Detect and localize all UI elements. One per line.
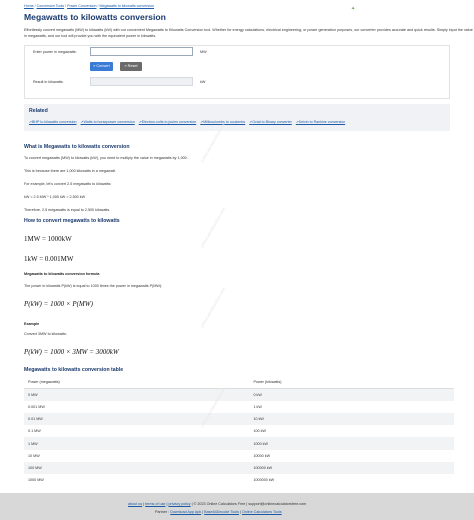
paragraph: Therefore, 2.5 megawatts is equal to 2,5… — [24, 208, 111, 212]
result-label: Result in kilowatts: — [33, 80, 64, 84]
terms-link[interactable]: terms of use — [145, 502, 165, 506]
breadcrumb-conversion-tools[interactable]: Conversion Tools — [37, 4, 65, 8]
input-label: Enter power in megawatts: — [33, 50, 77, 54]
copyright: © 2023 Online Calculators Free — [193, 502, 246, 506]
table-header: Power (kilowatts) — [249, 376, 454, 390]
table-cell: 0.01 MW — [24, 413, 250, 426]
related-link-label: Octal to Binary converter — [252, 120, 292, 124]
reset-button[interactable]: » Reset — [120, 62, 142, 71]
paragraph: The power in kilowatts P(kW) is equal to… — [24, 284, 163, 288]
table-cell: 1000 kW — [249, 437, 454, 450]
related-heading: Related — [29, 108, 48, 114]
table-cell: 100000 kW — [249, 461, 454, 474]
partner-link[interactable]: Download App Apk — [170, 510, 201, 514]
table-cell: 0.1 MW — [28, 429, 41, 434]
related-link-label: Electron-volts to joules conversion — [141, 120, 197, 124]
partner-link[interactable]: Online Calculators Tools — [242, 510, 282, 514]
related-link-bhp-kw[interactable]: ⇗BHP to kilowatts conversion — [29, 120, 77, 124]
heading-table: Megawatts to kilowatts conversion table — [24, 367, 124, 373]
heading-how-to: How to convert megawatts to kilowatts — [24, 218, 120, 224]
paragraph: For example, let's convert 2.5 megawatts… — [24, 182, 112, 186]
table-header: Power (megawatts) — [24, 376, 250, 390]
paragraph: This is because there are 1,000 kilowatt… — [24, 169, 116, 173]
calculator-panel: Enter power in megawatts: MW » Convert »… — [24, 45, 450, 99]
breadcrumb-home[interactable]: Home — [24, 4, 34, 8]
paragraph: kW = 2.5 MW * 1,000 kW = 2,500 kW — [24, 195, 86, 199]
table-cell: 1000000 kW — [253, 477, 275, 482]
page-title: Megawatts to kilowatts conversion — [24, 12, 166, 22]
conversion-table: Power (megawatts) Power (kilowatts) 0 MW… — [24, 376, 454, 486]
table-cell: 1 MW — [24, 437, 250, 450]
table-cell: 10 kW — [249, 413, 454, 426]
table-row: 0.1 MW 100 kW — [24, 425, 454, 437]
related-link-label: BHP to kilowatts conversion — [32, 120, 77, 124]
breadcrumb-power-conversion[interactable]: Power Conversion — [67, 4, 96, 8]
related-section: Related ⇗BHP to kilowatts conversion ⇗Wa… — [24, 104, 450, 131]
related-link-watts-hp[interactable]: ⇗Watts to horsepower conversion — [81, 120, 135, 124]
heading-formula: Megawatts to kilowatts conversion formul… — [24, 272, 100, 276]
partner-label: Partner : — [155, 510, 170, 514]
support-email: support@onlinecalculatorsfree.com — [248, 502, 307, 506]
convert-button[interactable]: » Convert — [90, 62, 113, 71]
related-link-octal-binary[interactable]: ⇗Octal to Binary converter — [249, 120, 292, 124]
intro-text: Effortlessly convert megawatts (MW) to k… — [24, 28, 473, 38]
table-cell: 1000 MW — [28, 477, 44, 482]
example-equation: P(kW) = 1000 × 3MW = 3000kW — [24, 348, 119, 356]
table-row: 0.001 MW 1 kW — [24, 401, 454, 413]
footer: about us | terms of use | privacy policy… — [0, 493, 474, 520]
about-link[interactable]: about us — [128, 502, 142, 506]
table-cell: 100 kW — [253, 429, 266, 434]
input-unit: MW — [200, 50, 207, 54]
related-link-kelvin-rankine[interactable]: ⇗Kelvin to Rankine conversion — [296, 120, 345, 124]
table-cell: 100 MW — [24, 461, 250, 474]
result-field[interactable] — [90, 77, 193, 86]
formula: P(kW) = 1000 × P(MW) — [24, 300, 93, 308]
partner-link[interactable]: Base64Decode Tools — [204, 510, 239, 514]
table-row: 10 MW 10000 kW — [24, 450, 454, 462]
equation-mw-to-kw: 1MW = 1000kW — [24, 235, 72, 243]
paragraph: Convert 3MW to kilowatts: — [24, 332, 67, 336]
table-row: 0.01 MW 10 kW — [24, 413, 454, 426]
related-link-ev-joules[interactable]: ⇗Electron-volts to joules conversion — [139, 120, 197, 124]
paragraph: To convert megawatts (MW) to kilowatts (… — [24, 156, 188, 160]
related-link-label: Kelvin to Rankine conversion — [298, 120, 346, 124]
main-content: Home / Conversion Tools / Power Conversi… — [24, 4, 473, 482]
related-links: ⇗BHP to kilowatts conversion ⇗Watts to h… — [29, 120, 348, 124]
heading-example: Example — [24, 322, 40, 326]
heading-what-is: What is Megawatts to kilowatts conversio… — [24, 144, 130, 150]
footer-links: about us | terms of use | privacy policy… — [128, 502, 307, 506]
privacy-link[interactable]: privacy policy — [168, 502, 190, 506]
table-row: 1 MW 1000 kW — [24, 437, 454, 450]
result-unit: kW — [200, 80, 206, 84]
related-link-label: Watts to horsepower conversion — [83, 120, 135, 124]
breadcrumb-current[interactable]: Megawatts to kilowatts conversion — [99, 4, 154, 8]
table-cell: 10 MW — [28, 453, 40, 458]
equation-kw-to-mw: 1kW = 0.001MW — [24, 255, 74, 263]
megawatts-input[interactable] — [90, 47, 193, 56]
table-cell: 10000 kW — [253, 453, 271, 458]
table-cell: 1 kW — [253, 405, 262, 410]
table-row: 100 MW 100000 kW — [24, 461, 454, 474]
table-cell: 0 kW — [249, 388, 454, 402]
article: What is Megawatts to kilowatts conversio… — [24, 144, 454, 484]
breadcrumb: Home / Conversion Tools / Power Conversi… — [24, 4, 154, 8]
table-row: 1000 MW 1000000 kW — [24, 474, 454, 486]
partner-links: Partner : Download App Apk | Base64Decod… — [155, 510, 282, 514]
table-row: 0 MW 0 kW — [24, 388, 454, 402]
